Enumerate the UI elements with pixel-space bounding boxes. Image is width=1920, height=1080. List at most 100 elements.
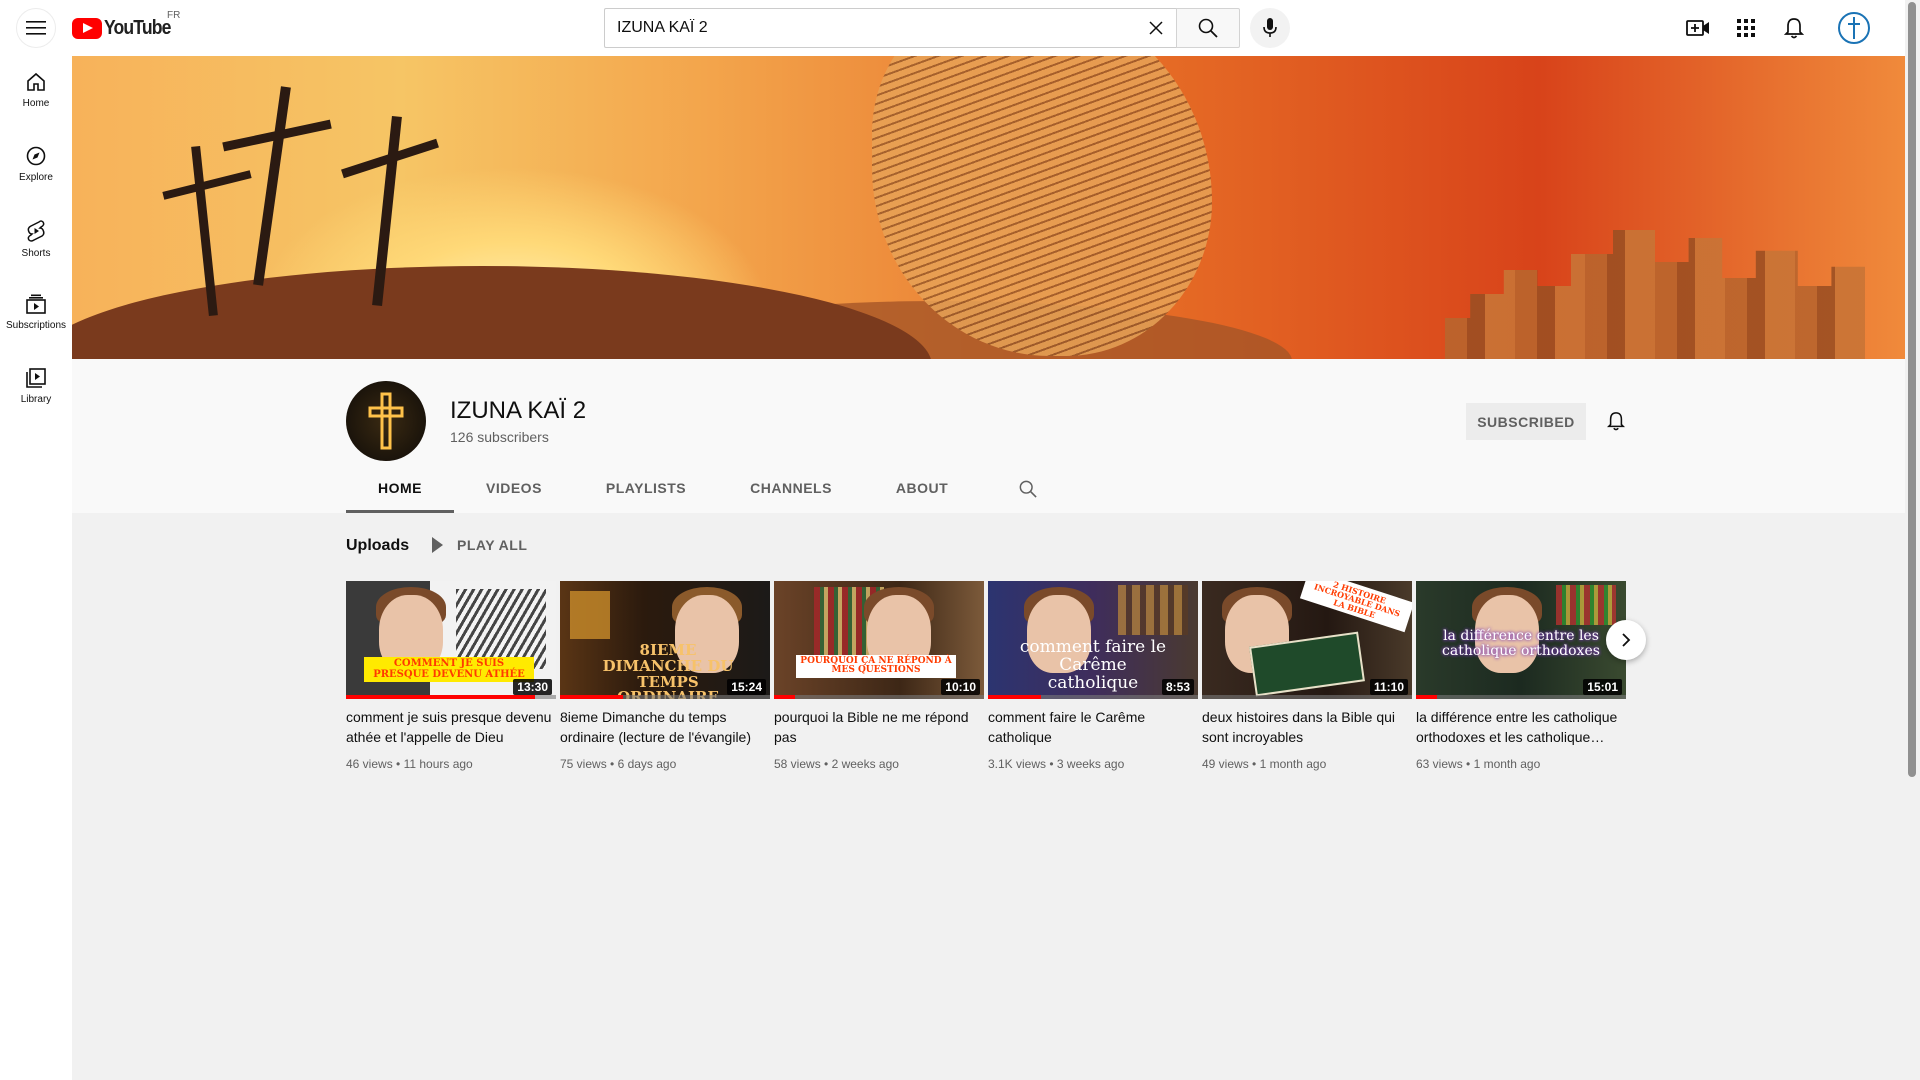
chevron-right-icon bbox=[1622, 633, 1631, 647]
video-duration: 11:10 bbox=[1369, 679, 1408, 695]
video-card[interactable]: POURQUOI ÇA NE RÉPOND À MES QUESTIONS 10… bbox=[774, 581, 984, 771]
tab-playlists[interactable]: PLAYLISTS bbox=[574, 465, 718, 513]
channel-banner bbox=[72, 56, 1905, 359]
search-button[interactable] bbox=[1176, 8, 1240, 48]
channel-search-icon[interactable] bbox=[1004, 465, 1052, 513]
channel-avatar[interactable] bbox=[346, 381, 426, 461]
youtube-logo[interactable]: YouTube FR bbox=[72, 10, 180, 40]
notification-bell-icon[interactable] bbox=[1598, 403, 1634, 439]
view-count: 75 views bbox=[560, 757, 607, 771]
guide-item-label: Home bbox=[22, 98, 50, 109]
channel-name: IZUNA KAÏ 2 bbox=[450, 397, 587, 424]
play-all-label: PLAY ALL bbox=[457, 537, 528, 553]
video-title[interactable]: deux histoires dans la Bible qui sont in… bbox=[1202, 707, 1412, 747]
video-title[interactable]: comment faire le Carême catholique bbox=[988, 707, 1198, 747]
youtube-play-icon bbox=[72, 17, 102, 39]
cross-icon bbox=[1848, 17, 1860, 39]
tab-home[interactable]: HOME bbox=[346, 465, 454, 513]
search-bar bbox=[604, 8, 1240, 48]
video-thumbnail[interactable]: 8IEME DIMANCHE DU TEMPS ORDINAIRE 15:24 bbox=[560, 581, 770, 699]
scrollbar-thumb[interactable] bbox=[1908, 2, 1916, 777]
shelf-title[interactable]: Uploads bbox=[346, 537, 409, 555]
guide-item-label: Explore bbox=[19, 172, 53, 183]
play-icon bbox=[432, 537, 443, 553]
video-meta: 75 views • 6 days ago bbox=[560, 757, 677, 771]
video-title[interactable]: comment je suis presque devenu athée et … bbox=[346, 707, 556, 747]
compass-icon bbox=[26, 146, 46, 166]
microphone-icon bbox=[1263, 18, 1277, 37]
mini-guide: Home Explore Shorts Subscriptions Librar… bbox=[0, 56, 72, 1080]
menu-icon[interactable] bbox=[16, 8, 56, 48]
video-card[interactable]: comment faire le Carême catholique 8:53 … bbox=[988, 581, 1198, 771]
play-all-button[interactable]: PLAY ALL bbox=[432, 537, 527, 553]
video-title[interactable]: 8ieme Dimanche du temps ordinaire (lectu… bbox=[560, 707, 770, 747]
page-scrollbar[interactable] bbox=[1905, 0, 1920, 1080]
subscriptions-icon bbox=[26, 294, 46, 314]
banner-hill bbox=[72, 266, 932, 359]
watch-progress bbox=[988, 695, 1041, 699]
guide-item-label: Subscriptions bbox=[5, 320, 67, 331]
guide-item-label: Shorts bbox=[21, 248, 51, 259]
video-thumbnail[interactable]: 2 HISTOIRE INCROYABLE DANS LA BIBLE 11:1… bbox=[1202, 581, 1412, 699]
guide-item-library[interactable]: Library bbox=[0, 352, 72, 426]
video-thumbnail[interactable]: POURQUOI ÇA NE RÉPOND À MES QUESTIONS 10… bbox=[774, 581, 984, 699]
channel-tabs: HOME VIDEOS PLAYLISTS CHANNELS ABOUT bbox=[346, 465, 1052, 513]
channel-content: Uploads PLAY ALL COMMENT JE SUIS PRESQUE… bbox=[72, 513, 1905, 1080]
guide-item-explore[interactable]: Explore bbox=[0, 130, 72, 204]
upload-date: 6 days ago bbox=[617, 757, 677, 771]
view-count: 49 views bbox=[1202, 757, 1249, 771]
region-code: FR bbox=[167, 10, 181, 21]
watch-progress bbox=[346, 695, 535, 699]
thumbnail-caption: la différence entre les catholique ortho… bbox=[1442, 628, 1600, 659]
account-avatar[interactable] bbox=[1838, 12, 1870, 44]
upload-date: 1 month ago bbox=[1259, 757, 1327, 771]
view-count: 46 views bbox=[346, 757, 393, 771]
search-box bbox=[604, 8, 1176, 48]
video-title[interactable]: pourquoi la Bible ne me répond pas bbox=[774, 707, 984, 747]
clear-search-icon[interactable] bbox=[1136, 9, 1176, 47]
create-video-icon[interactable] bbox=[1678, 8, 1718, 48]
view-count: 3.1K views bbox=[988, 757, 1047, 771]
video-duration: 10:10 bbox=[941, 679, 980, 695]
video-card[interactable]: 2 HISTOIRE INCROYABLE DANS LA BIBLE 11:1… bbox=[1202, 581, 1412, 771]
watch-progress bbox=[774, 695, 795, 699]
video-title[interactable]: la différence entre les catholique ortho… bbox=[1416, 707, 1626, 747]
shelf-next-arrow[interactable] bbox=[1606, 620, 1646, 660]
tab-channels[interactable]: CHANNELS bbox=[718, 465, 864, 513]
channel-header: IZUNA KAÏ 2 126 subscribers SUBSCRIBED H… bbox=[72, 359, 1905, 513]
tab-about[interactable]: ABOUT bbox=[864, 465, 980, 513]
guide-item-label: Library bbox=[20, 394, 52, 405]
apps-grid-icon[interactable] bbox=[1726, 8, 1766, 48]
masthead: YouTube FR bbox=[0, 0, 1905, 56]
banner-town bbox=[1445, 230, 1865, 359]
thumbnail-caption: POURQUOI ÇA NE RÉPOND À MES QUESTIONS bbox=[796, 655, 956, 678]
masthead-actions bbox=[1670, 8, 1905, 48]
upload-date: 1 month ago bbox=[1473, 757, 1541, 771]
notifications-bell-icon[interactable] bbox=[1774, 8, 1814, 48]
search-icon bbox=[1198, 18, 1218, 38]
thumbnail-caption: COMMENT JE SUIS PRESQUE DEVENU ATHÉE bbox=[364, 657, 534, 682]
upload-date: 3 weeks ago bbox=[1056, 757, 1125, 771]
video-duration: 15:24 bbox=[727, 679, 766, 695]
subscribed-button[interactable]: SUBSCRIBED bbox=[1466, 403, 1586, 440]
video-thumbnail[interactable]: COMMENT JE SUIS PRESQUE DEVENU ATHÉE 13:… bbox=[346, 581, 556, 699]
view-count: 63 views bbox=[1416, 757, 1463, 771]
voice-search-button[interactable] bbox=[1250, 8, 1290, 48]
thumbnail-caption: comment faire le Carême catholique bbox=[1019, 637, 1167, 693]
guide-item-home[interactable]: Home bbox=[0, 56, 72, 130]
video-duration: 15:01 bbox=[1583, 679, 1622, 695]
video-card[interactable]: la différence entre les catholique ortho… bbox=[1416, 581, 1626, 771]
tab-videos[interactable]: VIDEOS bbox=[454, 465, 574, 513]
video-meta: 46 views • 11 hours ago bbox=[346, 757, 473, 771]
search-input[interactable] bbox=[617, 19, 1136, 37]
guide-item-subscriptions[interactable]: Subscriptions bbox=[0, 278, 72, 352]
video-thumbnail[interactable]: comment faire le Carême catholique 8:53 bbox=[988, 581, 1198, 699]
video-card[interactable]: COMMENT JE SUIS PRESQUE DEVENU ATHÉE 13:… bbox=[346, 581, 556, 771]
thumbnail-caption: 2 HISTOIRE INCROYABLE DANS LA BIBLE bbox=[1299, 581, 1412, 633]
upload-date: 11 hours ago bbox=[403, 757, 473, 771]
video-card[interactable]: 8IEME DIMANCHE DU TEMPS ORDINAIRE 15:24 … bbox=[560, 581, 770, 771]
video-thumbnail[interactable]: la différence entre les catholique ortho… bbox=[1416, 581, 1626, 699]
video-meta: 3.1K views • 3 weeks ago bbox=[988, 757, 1125, 771]
logo-text: YouTube bbox=[104, 16, 171, 39]
guide-item-shorts[interactable]: Shorts bbox=[0, 204, 72, 278]
